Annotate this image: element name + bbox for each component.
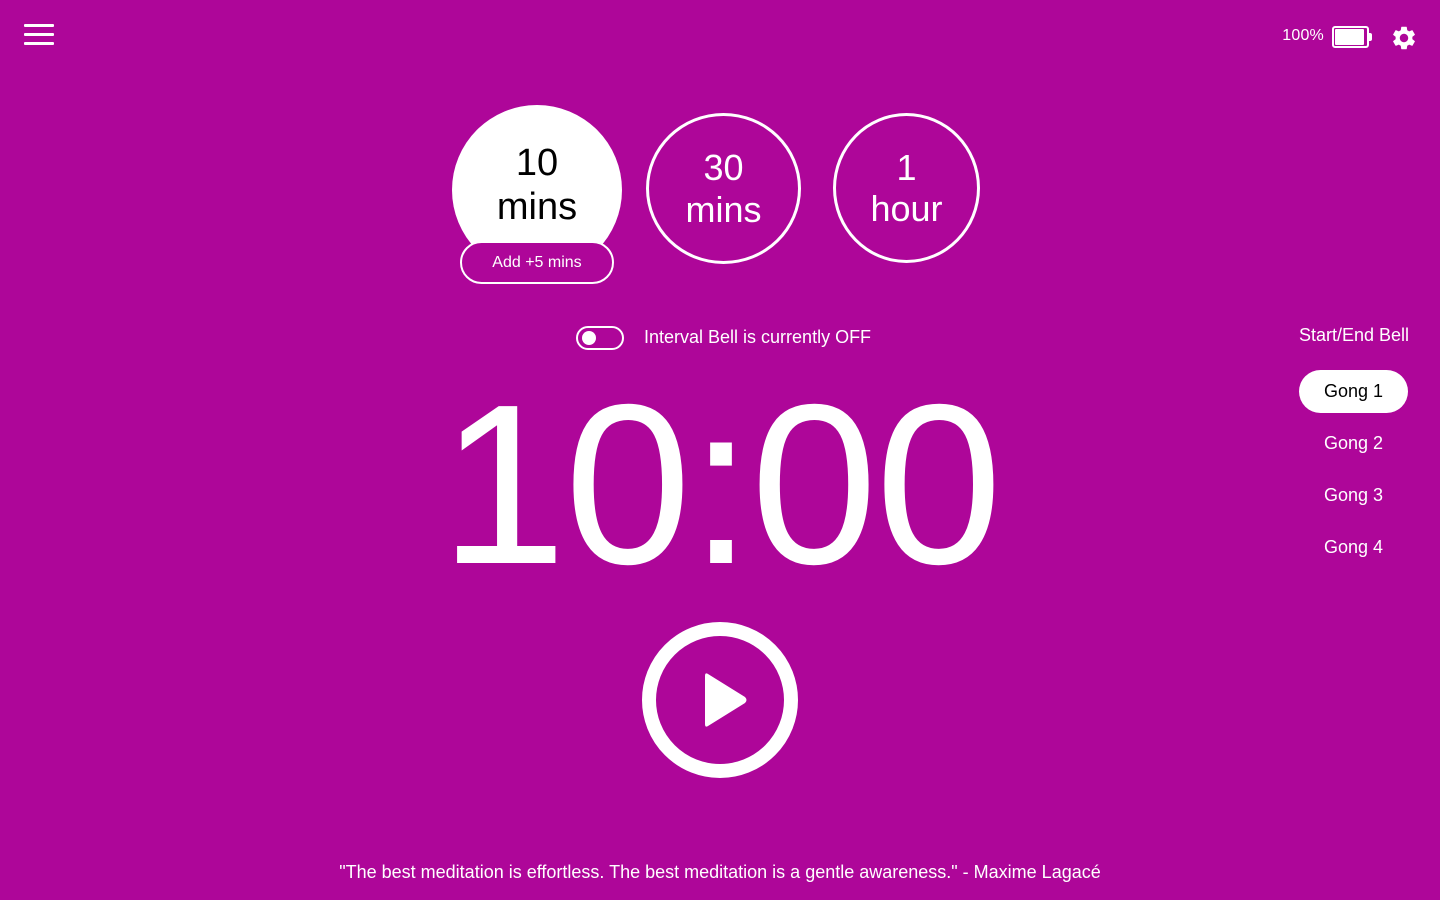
interval-bell-label: Interval Bell is currently OFF [644, 327, 872, 347]
preset-value: 1 [896, 146, 917, 188]
preset-1-hour[interactable]: 1 hour [833, 113, 980, 263]
add-5-mins-button[interactable]: Add +5 mins [460, 241, 614, 284]
bell-option-gong-4[interactable]: Gong 4 [1299, 526, 1408, 569]
bell-section-title: Start/End Bell [1299, 325, 1410, 345]
play-icon[interactable] [641, 621, 799, 779]
gear-icon[interactable] [1390, 24, 1418, 52]
timer-display: 10:00 [439, 358, 1003, 612]
bell-option-gong-2[interactable]: Gong 2 [1299, 422, 1408, 465]
battery-icon [1332, 26, 1372, 48]
meditation-timer-screen: 100% 10 mins 30 mins 1 hour Add +5 mins … [0, 0, 1440, 900]
preset-30-mins[interactable]: 30 mins [646, 113, 801, 264]
preset-unit: mins [496, 186, 578, 228]
interval-bell-toggle[interactable] [576, 326, 624, 350]
preset-unit: mins [685, 188, 762, 230]
toggle-knob [582, 331, 596, 345]
preset-value: 30 [703, 147, 744, 189]
battery-percent: 100% [1282, 27, 1324, 44]
bell-option-gong-1[interactable]: Gong 1 [1299, 370, 1408, 413]
meditation-quote: "The best meditation is effortless. The … [339, 862, 1101, 882]
hamburger-menu-icon[interactable] [22, 24, 56, 48]
bell-option-gong-3[interactable]: Gong 3 [1299, 474, 1408, 517]
preset-unit: hour [870, 188, 943, 229]
preset-value: 10 [515, 142, 559, 185]
